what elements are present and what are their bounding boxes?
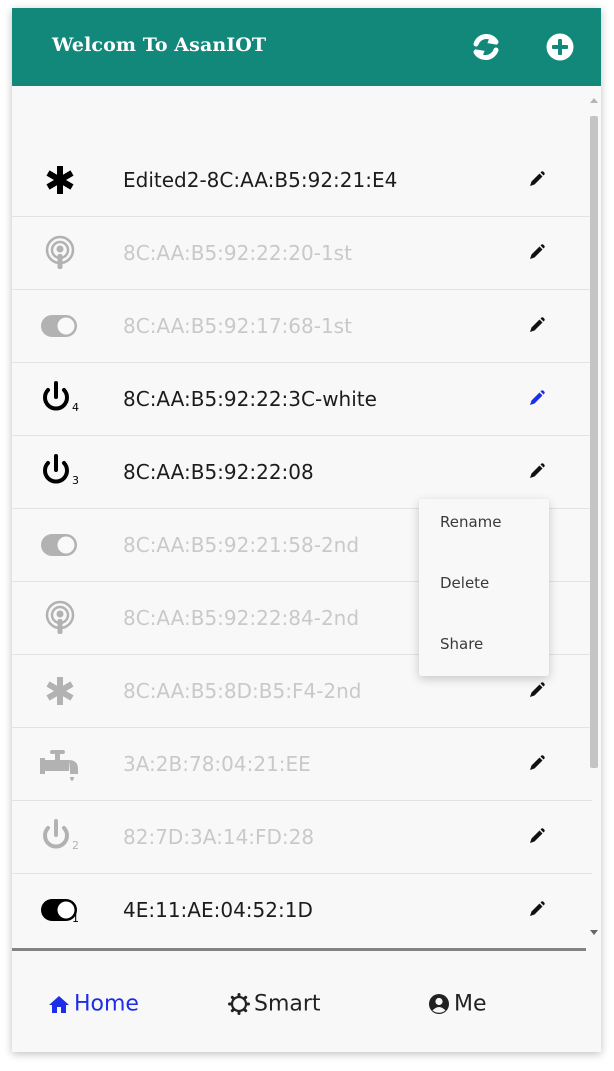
pencil-icon[interactable] xyxy=(525,826,547,848)
device-row[interactable]: 8C:AA:B5:92:17:68-1st xyxy=(12,290,592,363)
home-icon xyxy=(49,996,69,1013)
device-channel-badge: 4 xyxy=(72,401,79,414)
device-row[interactable]: 3A:2B:78:04:21:EE xyxy=(12,728,592,801)
nav-smart[interactable]: Smart xyxy=(228,991,321,1021)
gear-icon xyxy=(228,993,250,1015)
device-name: 8C:AA:B5:92:22:3C-white xyxy=(123,387,377,411)
podcast-icon xyxy=(38,598,82,638)
device-list-container[interactable]: Edited2-8C:AA:B5:92:21:E4 8C:AA:B5:92:22:… xyxy=(12,86,601,946)
nav-smart-label: Smart xyxy=(254,991,321,1017)
device-channel-badge: 1 xyxy=(72,912,79,925)
device-name: 8C:AA:B5:92:22:84-2nd xyxy=(123,606,360,630)
device-row[interactable]: 1 4E:11:AE:04:52:1D xyxy=(12,874,592,946)
device-channel-badge: 2 xyxy=(72,839,79,852)
pencil-icon[interactable] xyxy=(525,753,547,775)
device-row[interactable]: 4 8C:AA:B5:92:22:3C-white xyxy=(12,363,592,436)
device-channel-badge: 3 xyxy=(72,474,79,487)
device-row[interactable]: 8C:AA:B5:92:22:20-1st xyxy=(12,217,592,290)
faucet-icon xyxy=(38,744,82,784)
nav-me[interactable]: Me xyxy=(428,991,487,1021)
scroll-down-arrow[interactable] xyxy=(590,930,598,935)
asterisk-icon xyxy=(38,160,82,200)
toggle-on-icon xyxy=(38,306,82,346)
pencil-icon[interactable] xyxy=(525,169,547,191)
power-icon: 3 xyxy=(38,452,82,492)
pencil-icon[interactable] xyxy=(525,315,547,337)
scrollbar[interactable] xyxy=(587,94,601,939)
pencil-icon[interactable] xyxy=(525,242,547,264)
app-header: Welcom To AsanIOT xyxy=(12,8,601,86)
app-window: Welcom To AsanIOT Edited2-8C:AA:B5:92:21… xyxy=(12,8,601,1052)
device-context-menu: Rename Delete Share xyxy=(419,499,549,676)
nav-me-label: Me xyxy=(454,991,487,1017)
toggle-on-icon: 1 xyxy=(38,890,82,930)
plus-circle-icon[interactable] xyxy=(543,30,577,64)
bottom-nav-divider xyxy=(12,948,586,951)
pencil-icon[interactable] xyxy=(525,899,547,921)
power-icon: 4 xyxy=(38,379,82,419)
delete-menu-item[interactable]: Delete xyxy=(440,574,489,592)
device-name: 82:7D:3A:14:FD:28 xyxy=(123,825,315,849)
device-row[interactable]: Edited2-8C:AA:B5:92:21:E4 xyxy=(12,144,592,217)
pencil-icon[interactable] xyxy=(525,461,547,483)
device-name: 8C:AA:B5:92:22:20-1st xyxy=(123,241,352,265)
device-row[interactable]: 2 82:7D:3A:14:FD:28 xyxy=(12,801,592,874)
asterisk-icon xyxy=(38,671,82,711)
device-name: 8C:AA:B5:92:21:58-2nd xyxy=(123,533,360,557)
user-circle-icon xyxy=(429,994,449,1014)
pencil-icon[interactable] xyxy=(525,388,547,410)
device-name: Edited2-8C:AA:B5:92:21:E4 xyxy=(123,168,398,192)
device-name: 8C:AA:B5:92:22:08 xyxy=(123,460,314,484)
nav-home[interactable]: Home xyxy=(48,991,139,1021)
refresh-icon[interactable] xyxy=(469,30,503,64)
share-menu-item[interactable]: Share xyxy=(440,635,483,653)
rename-menu-item[interactable]: Rename xyxy=(440,513,502,531)
device-name: 8C:AA:B5:8D:B5:F4-2nd xyxy=(123,679,362,703)
bottom-navigation: Home Smart Me xyxy=(12,952,601,1052)
scroll-thumb[interactable] xyxy=(590,116,598,768)
device-name: 4E:11:AE:04:52:1D xyxy=(123,898,313,922)
device-name: 3A:2B:78:04:21:EE xyxy=(123,752,311,776)
podcast-icon xyxy=(38,233,82,273)
toggle-on-icon xyxy=(38,525,82,565)
pencil-icon[interactable] xyxy=(525,680,547,702)
scroll-up-arrow[interactable] xyxy=(590,98,598,103)
nav-home-label: Home xyxy=(74,991,139,1017)
page-title: Welcom To AsanIOT xyxy=(52,34,267,56)
power-icon: 2 xyxy=(38,817,82,857)
device-name: 8C:AA:B5:92:17:68-1st xyxy=(123,314,352,338)
